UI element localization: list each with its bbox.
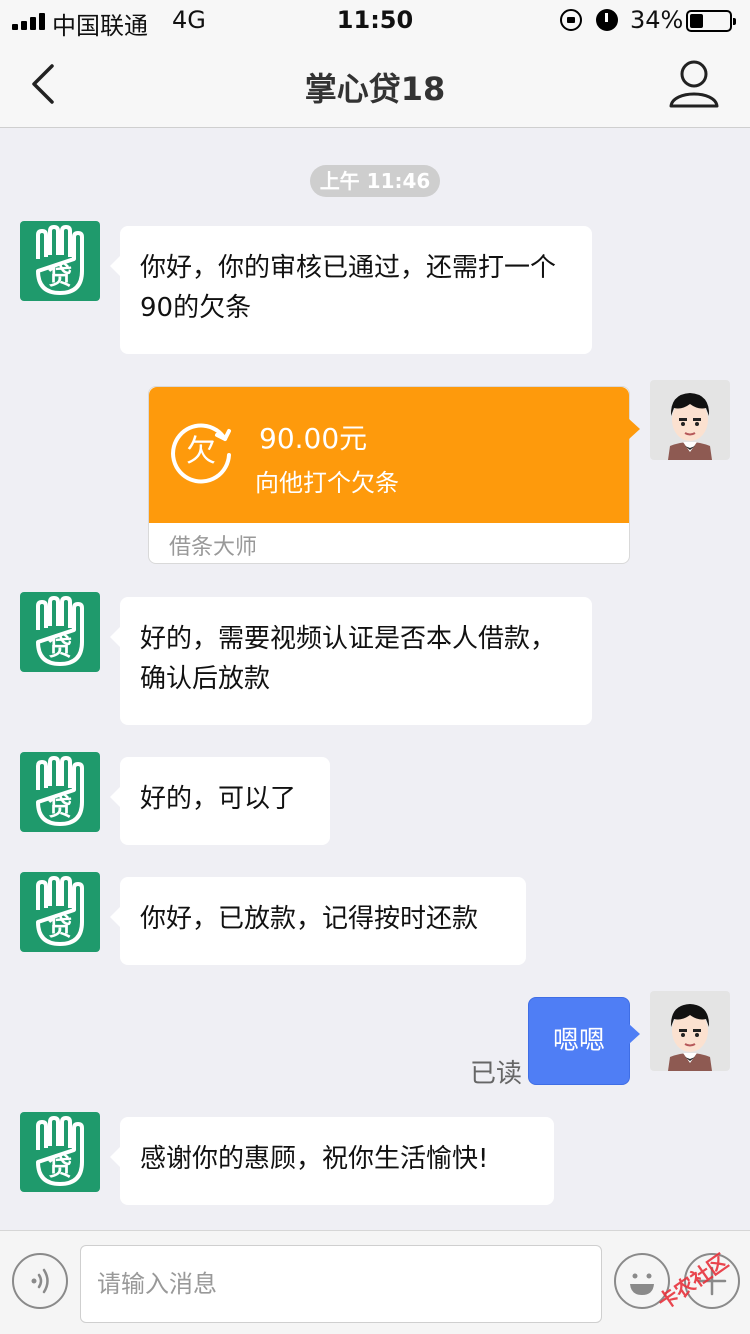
cartoon-man-icon: [668, 393, 712, 460]
input-bar: [0, 1230, 750, 1334]
message-text: 感谢你的惠顾，祝你生活愉快!: [140, 1144, 489, 1174]
palm-logo-icon: 贷: [36, 596, 84, 666]
message-text: 好的，需要视频认证是否本人借款，确认后放款: [140, 624, 557, 694]
palm-logo-icon: 贷: [36, 876, 84, 946]
message-text: 你好，已放款，记得按时还款: [140, 904, 479, 934]
svg-text:贷: 贷: [48, 262, 72, 290]
message-text: 你好，你的审核已通过，还需打一个90的欠条: [140, 253, 557, 323]
palm-logo-icon: 贷: [36, 756, 84, 826]
iou-card-header: 欠 90.00元 向他打个欠条: [149, 387, 640, 523]
alarm-icon: [596, 9, 618, 31]
svg-text:欠: 欠: [186, 434, 216, 469]
voice-button[interactable]: [12, 1253, 68, 1309]
nav-bar: 掌心贷18: [0, 40, 750, 128]
user-message-bubble[interactable]: 嗯嗯: [528, 997, 640, 1085]
message-bubble[interactable]: 你好，已放款，记得按时还款: [110, 877, 526, 965]
iou-card[interactable]: 欠 90.00元 向他打个欠条 借条大师: [148, 386, 640, 564]
svg-text:贷: 贷: [48, 913, 72, 941]
read-status: 已读: [470, 1059, 523, 1089]
svg-text:贷: 贷: [48, 633, 72, 661]
chat-area[interactable]: 上午 11:46 贷 你好，你的审核已通过，还需打一个90的欠条 欠 90.00…: [0, 129, 750, 1230]
message-bubble[interactable]: 好的，可以了: [110, 757, 330, 845]
iou-subtitle: 向他打个欠条: [255, 469, 399, 497]
message-bubble[interactable]: 好的，需要视频认证是否本人借款，确认后放款: [110, 597, 592, 725]
iou-icon: 欠: [171, 423, 231, 484]
iou-source: 借条大师: [169, 535, 258, 560]
chat-title: 掌心贷18: [304, 70, 446, 108]
message-bubble[interactable]: 感谢你的惠顾，祝你生活愉快!: [110, 1117, 554, 1205]
battery-icon: [686, 10, 736, 32]
svg-text:贷: 贷: [48, 1153, 72, 1181]
message-input[interactable]: [80, 1245, 602, 1323]
app-avatar[interactable]: 贷: [20, 221, 100, 301]
voice-icon: [31, 1268, 49, 1294]
app-avatar[interactable]: 贷: [20, 752, 100, 832]
palm-logo-icon: 贷: [36, 225, 84, 295]
status-bar: 中国联通 4G 11:50 34%: [0, 0, 750, 40]
svg-text:贷: 贷: [48, 793, 72, 821]
message-text: 嗯嗯: [552, 1026, 605, 1056]
app-avatar[interactable]: 贷: [20, 592, 100, 672]
user-avatar[interactable]: [650, 991, 730, 1071]
app-avatar[interactable]: 贷: [20, 1112, 100, 1192]
app-avatar[interactable]: 贷: [20, 872, 100, 952]
profile-icon[interactable]: [668, 58, 720, 110]
message-text: 好的，可以了: [140, 784, 297, 814]
user-avatar[interactable]: [650, 380, 730, 460]
iou-amount: 90.00元: [259, 422, 368, 455]
palm-logo-icon: 贷: [36, 1116, 84, 1186]
cartoon-man-icon: [668, 1004, 712, 1071]
message-timestamp: 上午 11:46: [310, 165, 440, 197]
battery-percentage: 34%: [630, 6, 684, 34]
lock-icon: [560, 9, 582, 31]
message-bubble[interactable]: 你好，你的审核已通过，还需打一个90的欠条: [110, 226, 592, 354]
